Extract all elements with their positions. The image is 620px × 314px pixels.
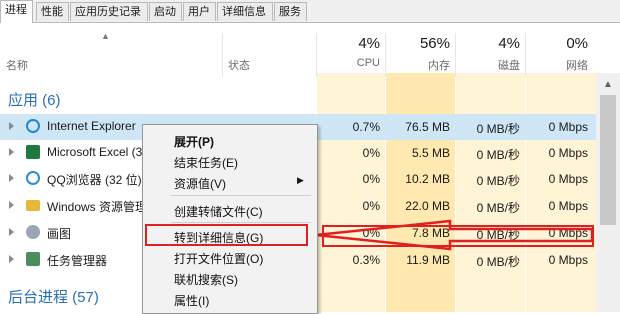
context-menu: 展开(P) 结束任务(E) 资源值(V) ▶ 创建转储文件(C) 转到详细信息(… — [142, 124, 318, 314]
process-name: Microsoft Excel (3 — [47, 145, 143, 159]
tab-processes[interactable]: 进程 — [0, 0, 33, 23]
menu-separator — [171, 222, 311, 223]
memory-value: 10.2 MB — [405, 172, 450, 186]
tab-app-history[interactable]: 应用历史记录 — [70, 2, 148, 21]
column-cpu[interactable]: CPU — [330, 57, 380, 69]
menu-separator — [171, 195, 311, 196]
column-header: ▲ 名称 状态 4% CPU 56% 内存 4% 磁盘 0% 网络 — [0, 23, 620, 77]
process-name: 画图 — [47, 227, 72, 241]
paint-icon — [26, 225, 40, 239]
process-name: Internet Explorer — [47, 119, 136, 133]
column-disk[interactable]: 磁盘 — [470, 57, 520, 73]
process-name: Windows 资源管理 — [47, 200, 148, 214]
tab-users[interactable]: 用户 — [183, 2, 216, 21]
tab-services[interactable]: 服务 — [274, 2, 307, 21]
menu-item-create-dump[interactable]: 创建转储文件(C) — [143, 199, 315, 221]
group-background[interactable]: 后台进程 (57) — [8, 286, 99, 307]
column-network[interactable]: 网络 — [538, 57, 588, 73]
disk-value: 0 MB/秒 — [476, 174, 520, 188]
menu-item-properties[interactable]: 属性(I) — [143, 288, 315, 310]
cpu-value: 0% — [362, 172, 380, 186]
cpu-value: 0% — [362, 199, 380, 213]
process-name: 任务管理器 — [47, 254, 108, 268]
memory-value: 11.9 MB — [406, 253, 450, 267]
network-percent: 0% — [566, 35, 588, 52]
sort-arrow-icon: ▲ — [101, 31, 110, 41]
column-divider — [385, 33, 386, 77]
cpu-value: 0% — [362, 146, 380, 160]
ie-icon — [26, 119, 40, 133]
column-divider — [222, 33, 223, 77]
column-divider — [316, 33, 317, 77]
excel-icon — [26, 145, 40, 159]
disk-value: 0 MB/秒 — [476, 201, 520, 215]
disk-percent: 4% — [498, 35, 520, 52]
network-value: 0 Mbps — [548, 199, 588, 213]
column-memory[interactable]: 内存 — [400, 57, 450, 73]
memory-value: 76.5 MB — [405, 120, 450, 134]
task-manager-icon — [26, 252, 40, 266]
cpu-value: 0.3% — [352, 253, 380, 267]
memory-percent: 56% — [419, 35, 450, 52]
expand-chevron-icon[interactable] — [9, 228, 14, 236]
memory-value: 5.5 MB — [411, 146, 450, 160]
network-value: 0 Mbps — [548, 253, 588, 267]
submenu-arrow-icon: ▶ — [297, 175, 304, 185]
expand-chevron-icon[interactable] — [9, 201, 14, 209]
scrollbar-thumb[interactable] — [600, 95, 616, 225]
tab-bar: 进程 性能 应用历史记录 启动 用户 详细信息 服务 — [0, 0, 620, 23]
column-divider — [455, 33, 456, 77]
explorer-icon — [26, 200, 40, 211]
disk-value: 0 MB/秒 — [476, 255, 520, 269]
disk-value: 0 MB/秒 — [476, 122, 520, 136]
disk-value: 0 MB/秒 — [476, 148, 520, 162]
tab-performance[interactable]: 性能 — [36, 2, 69, 21]
tab-startup[interactable]: 启动 — [149, 2, 182, 21]
qq-browser-icon — [26, 171, 40, 185]
column-name[interactable]: 名称 — [6, 57, 28, 73]
go-to-details-highlight — [145, 224, 308, 246]
cpu-value: 0.7% — [352, 120, 380, 134]
memory-value: 22.0 MB — [405, 199, 450, 213]
expand-chevron-icon[interactable] — [9, 148, 14, 156]
menu-item-expand[interactable]: 展开(P) — [143, 129, 315, 151]
expand-chevron-icon[interactable] — [9, 255, 14, 263]
network-value: 0 Mbps — [548, 172, 588, 186]
column-divider — [525, 33, 526, 77]
scroll-up-icon[interactable]: ▲ — [600, 77, 616, 93]
menu-item-end-task[interactable]: 结束任务(E) — [143, 150, 315, 172]
expand-chevron-icon[interactable] — [9, 122, 14, 130]
process-name: QQ浏览器 (32 位) — [47, 173, 142, 187]
row-highlight-box — [322, 225, 594, 247]
menu-item-resource-values[interactable]: 资源值(V) ▶ — [143, 171, 315, 193]
menu-item-search-online[interactable]: 联机搜索(S) — [143, 267, 315, 289]
expand-chevron-icon[interactable] — [9, 174, 14, 182]
group-apps[interactable]: 应用 (6) — [8, 89, 61, 110]
tab-details[interactable]: 详细信息 — [217, 2, 273, 21]
vertical-scrollbar[interactable]: ▲ — [596, 73, 620, 312]
cpu-percent: 4% — [358, 35, 380, 52]
menu-item-open-file-location[interactable]: 打开文件位置(O) — [143, 246, 315, 268]
network-value: 0 Mbps — [548, 146, 588, 160]
network-value: 0 Mbps — [548, 120, 588, 134]
column-status[interactable]: 状态 — [228, 57, 250, 73]
